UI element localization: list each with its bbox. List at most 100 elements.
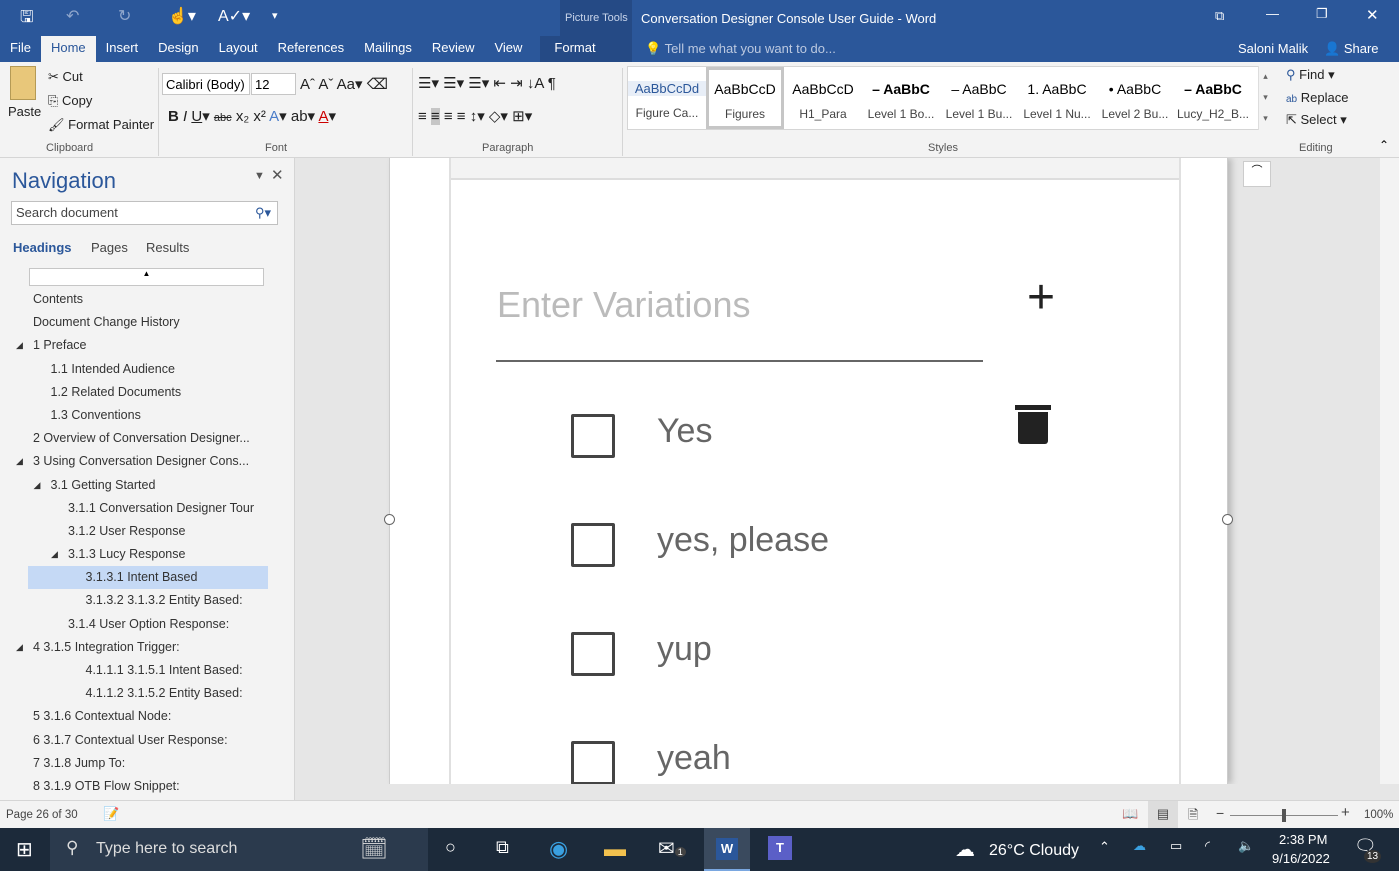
undo-icon[interactable]: ↶: [66, 6, 79, 26]
nav-heading-item[interactable]: Contents: [28, 288, 268, 311]
nav-heading-item[interactable]: 6 3.1.7 Contextual User Response:: [28, 729, 268, 752]
style-item[interactable]: – AaBbC Level 1 Bu...: [940, 67, 1018, 129]
tab-references[interactable]: References: [268, 36, 354, 62]
tab-mailings[interactable]: Mailings: [354, 36, 422, 62]
nav-heading-item[interactable]: ◢ 4 3.1.5 Integration Trigger:: [16, 636, 268, 659]
nav-heading-item[interactable]: 1.3 Conventions: [28, 404, 268, 427]
nav-options-icon[interactable]: ▼: [254, 170, 265, 182]
volume-icon[interactable]: 🔈: [1238, 838, 1254, 854]
nav-heading-item[interactable]: 5 3.1.6 Contextual Node:: [28, 705, 268, 728]
style-item[interactable]: AaBbCcDd Figure Ca...: [628, 67, 706, 129]
font-size-select[interactable]: 12: [251, 73, 296, 95]
show-hidden-icons[interactable]: ⌃: [1099, 839, 1110, 855]
clock-time[interactable]: 2:38 PM: [1279, 832, 1327, 847]
cut-button[interactable]: ✂ Cut: [48, 69, 83, 85]
nav-heading-item[interactable]: ◢ 3.1.3 Lucy Response: [28, 543, 268, 566]
collapse-all-button[interactable]: ▲: [29, 268, 264, 286]
resize-handle-right[interactable]: [1222, 514, 1233, 525]
style-item[interactable]: – AaBbC Lucy_H2_B...: [1174, 67, 1252, 129]
nav-heading-item[interactable]: 1.1 Intended Audience: [28, 358, 268, 381]
nav-heading-item[interactable]: 3.1.4 User Option Response:: [28, 613, 268, 636]
tab-headings[interactable]: Headings: [13, 240, 72, 255]
find-button[interactable]: ⚲ Find ▾: [1286, 67, 1335, 83]
add-icon[interactable]: +: [1027, 270, 1055, 325]
style-item[interactable]: AaBbCcD Figures: [706, 67, 784, 129]
variation-checkbox[interactable]: [571, 741, 615, 784]
nav-close-icon[interactable]: ✕: [271, 166, 284, 184]
nav-heading-item[interactable]: 4.1.1.1 3.1.5.1 Intent Based:: [28, 659, 268, 682]
proofing-icon[interactable]: 📝: [103, 806, 119, 822]
styles-scroll[interactable]: ▴ ▾ ▾: [1258, 66, 1272, 130]
share-button[interactable]: 👤 Share: [1324, 41, 1379, 57]
tab-format[interactable]: Format: [540, 36, 610, 62]
task-view-icon[interactable]: ⧉: [496, 837, 509, 858]
tab-results[interactable]: Results: [146, 240, 189, 255]
teams-icon[interactable]: T: [768, 836, 792, 860]
web-layout-icon[interactable]: 🗎: [1188, 806, 1198, 828]
ribbon-display-icon[interactable]: ⧉: [1215, 8, 1224, 24]
tell-me-input[interactable]: 💡 Tell me what you want to do...: [645, 41, 836, 57]
font-format-buttons[interactable]: B I U▾ abc x₂ x² A▾ ab▾ A▾: [168, 107, 336, 125]
nav-heading-item[interactable]: 3.1.1 Conversation Designer Tour: [28, 497, 268, 520]
select-button[interactable]: ⇱ Select ▾: [1286, 112, 1347, 128]
expand-triangle-icon[interactable]: ◢: [16, 636, 23, 659]
zoom-out-button[interactable]: −: [1216, 805, 1224, 821]
read-mode-icon[interactable]: 📖: [1122, 806, 1138, 822]
file-explorer-icon[interactable]: ▬: [604, 836, 626, 862]
font-name-select[interactable]: Calibri (Body): [162, 73, 250, 95]
nav-heading-item[interactable]: 2 Overview of Conversation Designer...: [28, 427, 268, 450]
close-button[interactable]: ✕: [1366, 6, 1379, 24]
layout-options-icon[interactable]: ⌒: [1243, 161, 1271, 187]
page-count[interactable]: Page 26 of 30: [6, 809, 78, 821]
copy-button[interactable]: ⎘ Copy: [48, 93, 92, 109]
zoom-slider-thumb[interactable]: [1282, 809, 1286, 822]
nav-heading-item[interactable]: 4.1.1.2 3.1.5.2 Entity Based:: [28, 682, 268, 705]
style-item[interactable]: 1. AaBbC Level 1 Nu...: [1018, 67, 1096, 129]
redo-icon[interactable]: ↻: [118, 6, 131, 26]
tab-file[interactable]: File: [0, 36, 41, 62]
onedrive-icon[interactable]: ☁: [1133, 838, 1146, 854]
paste-button[interactable]: Paste: [8, 104, 41, 119]
tab-home[interactable]: Home: [40, 36, 96, 62]
tab-pages[interactable]: Pages: [91, 240, 128, 255]
nav-heading-item[interactable]: 3.1.2 User Response: [28, 520, 268, 543]
embedded-screenshot[interactable]: Enter Variations + Yes yes, please yup yeah: [449, 158, 1181, 784]
restore-button[interactable]: ❐: [1316, 6, 1328, 22]
tab-design[interactable]: Design: [148, 36, 208, 62]
expand-triangle-icon[interactable]: ◢: [16, 450, 23, 473]
zoom-in-button[interactable]: +: [1341, 804, 1350, 821]
tab-view[interactable]: View: [484, 36, 532, 62]
nav-heading-item[interactable]: ◢ 3.1 Getting Started: [28, 474, 268, 497]
list-indent-buttons[interactable]: ☰▾ ☰▾ ☰▾ ⇤ ⇥ ↓A ¶: [418, 74, 556, 92]
alignment-buttons[interactable]: ≡ ≡ ≡ ≡ ↕▾ ◇▾ ⊞▾: [418, 107, 532, 125]
clock-date[interactable]: 9/16/2022: [1272, 851, 1330, 866]
nav-heading-item[interactable]: ◢ 3 Using Conversation Designer Cons...: [16, 450, 268, 473]
tab-review[interactable]: Review: [422, 36, 485, 62]
tab-insert[interactable]: Insert: [96, 36, 149, 62]
taskbar-search[interactable]: ⚲ Type here to search 🗓: [50, 828, 428, 871]
weather-cloud-icon[interactable]: ☁: [955, 837, 975, 862]
nav-heading-item[interactable]: ◢ 1 Preface: [16, 334, 268, 357]
windows-start-icon[interactable]: ⊞: [16, 837, 33, 862]
collapse-ribbon-icon[interactable]: ⌃: [1379, 138, 1389, 152]
grow-shrink-font-icons[interactable]: Aˆ Aˇ Aa▾ ⌫: [300, 75, 388, 93]
cortana-icon[interactable]: ○: [445, 837, 456, 858]
nav-heading-item[interactable]: Document Change History: [28, 311, 268, 334]
expand-triangle-icon[interactable]: ◢: [16, 334, 23, 357]
delete-icon[interactable]: [1018, 412, 1048, 444]
save-icon[interactable]: 🖫: [20, 6, 34, 33]
search-icon[interactable]: ⚲▾: [255, 205, 271, 221]
user-name[interactable]: Saloni Malik: [1238, 41, 1308, 56]
nav-heading-item[interactable]: 7 3.1.8 Jump To:: [28, 752, 268, 775]
battery-icon[interactable]: ▭: [1170, 838, 1182, 854]
touch-mode-icon[interactable]: ☝▾: [168, 6, 196, 26]
nav-heading-item[interactable]: 8 3.1.9 OTB Flow Snippet:: [28, 775, 268, 798]
zoom-level[interactable]: 100%: [1364, 809, 1393, 821]
style-item[interactable]: – AaBbC Level 1 Bo...: [862, 67, 940, 129]
expand-triangle-icon[interactable]: ◢: [51, 543, 58, 566]
edge-icon[interactable]: ◉: [549, 836, 568, 862]
tab-layout[interactable]: Layout: [209, 36, 268, 62]
print-layout-icon[interactable]: ▤: [1148, 801, 1178, 828]
customize-qat-icon[interactable]: ▾: [272, 9, 278, 22]
style-item[interactable]: AaBbCcD H1_Para: [784, 67, 862, 129]
